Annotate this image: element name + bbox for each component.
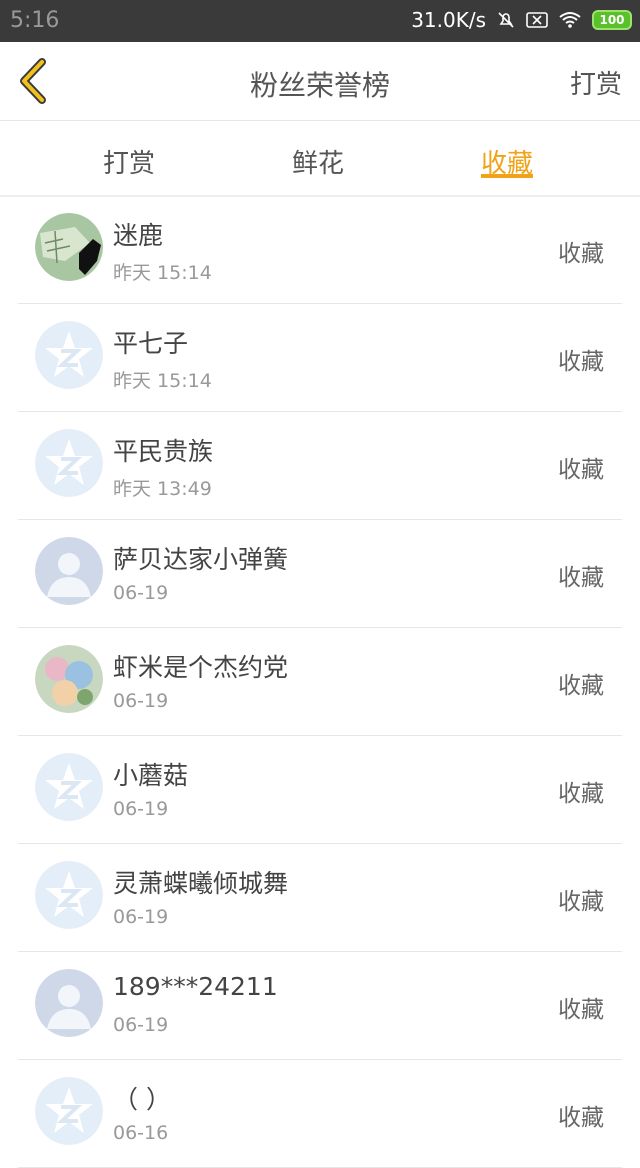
avatar[interactable]	[35, 753, 103, 821]
list-item[interactable]: 萨贝达家小弹簧 06-19 收藏	[0, 520, 640, 628]
user-name: 迷鹿	[113, 221, 164, 250]
favorite-label: 收藏	[558, 349, 604, 375]
timestamp: 06-16	[113, 1122, 169, 1144]
favorite-label: 收藏	[558, 457, 604, 483]
tab-favorites[interactable]: 收藏	[481, 121, 534, 180]
mute-bell-icon	[496, 10, 516, 30]
active-tab-underline	[481, 174, 534, 178]
status-right: 31.0K/s 100	[411, 8, 632, 32]
timestamp: 06-19	[113, 690, 169, 712]
user-name: 萨贝达家小弹簧	[113, 545, 289, 574]
user-name: 小蘑菇	[113, 761, 189, 790]
page-title: 粉丝荣誉榜	[249, 69, 390, 102]
timestamp: 06-19	[113, 798, 169, 820]
timestamp: 06-19	[113, 906, 169, 928]
list-item[interactable]: 虾米是个杰约党 06-19 收藏	[0, 628, 640, 736]
list-item[interactable]: 小蘑菇 06-19 收藏	[0, 736, 640, 844]
list-item[interactable]: 迷鹿昨天 15:14 收藏	[0, 196, 640, 304]
avatar[interactable]	[35, 213, 103, 281]
favorite-label: 收藏	[558, 565, 604, 591]
user-name: 189***24211	[113, 972, 278, 1001]
tab-reward[interactable]: 打赏	[103, 121, 155, 180]
status-time: 5:16	[10, 8, 60, 33]
avatar[interactable]	[35, 537, 103, 605]
reward-button[interactable]: 打赏	[570, 64, 622, 101]
avatar[interactable]	[35, 1077, 103, 1145]
user-name: 虾米是个杰约党	[113, 653, 289, 682]
avatar[interactable]	[35, 969, 103, 1037]
tab-bar: 打赏 鲜花 收藏	[0, 121, 640, 197]
list-item[interactable]: 灵萧蝶曦倾城舞 06-19 收藏	[0, 844, 640, 952]
favorites-list: 迷鹿 昨天 15:14 收藏 平七子 昨天 15:14 收藏 平民贵族 昨天 13:49 收藏萨…	[0, 196, 640, 1168]
avatar[interactable]	[35, 645, 103, 713]
user-name: （ ）	[113, 1085, 171, 1114]
list-item[interactable]: 平七子昨天 15:14 收藏	[0, 304, 640, 412]
timestamp: 06-19	[113, 1014, 169, 1036]
list-item[interactable]: 平民贵族昨天 13:49 收藏	[0, 412, 640, 520]
timestamp: 06-19	[113, 582, 169, 604]
user-name: 灵萧蝶曦倾城舞	[113, 869, 289, 898]
favorite-label: 收藏	[558, 1105, 604, 1131]
timestamp: 昨天 15:14	[113, 262, 212, 284]
favorite-label: 收藏	[558, 241, 604, 267]
favorite-label: 收藏	[558, 997, 604, 1023]
user-name: 平民贵族	[113, 437, 214, 466]
network-speed: 31.0K/s	[411, 8, 486, 32]
status-bar: 5:16 31.0K/s 100	[0, 0, 640, 42]
avatar[interactable]	[35, 861, 103, 929]
no-sim-icon	[526, 11, 548, 29]
avatar[interactable]	[35, 429, 103, 497]
list-item[interactable]: （ ） 06-16 收藏	[0, 1060, 640, 1168]
tab-flowers[interactable]: 鲜花	[292, 121, 344, 180]
timestamp: 昨天 13:49	[113, 478, 212, 500]
list-item[interactable]: 189***24211 06-19 收藏	[0, 952, 640, 1060]
avatar[interactable]	[35, 321, 103, 389]
wifi-icon	[558, 11, 582, 29]
favorite-label: 收藏	[558, 889, 604, 915]
battery-icon: 100	[592, 10, 632, 30]
user-name: 平七子	[113, 329, 189, 358]
favorite-label: 收藏	[558, 781, 604, 807]
app-header: 粉丝荣誉榜 打赏	[0, 42, 640, 121]
favorite-label: 收藏	[558, 673, 604, 699]
timestamp: 昨天 15:14	[113, 370, 212, 392]
